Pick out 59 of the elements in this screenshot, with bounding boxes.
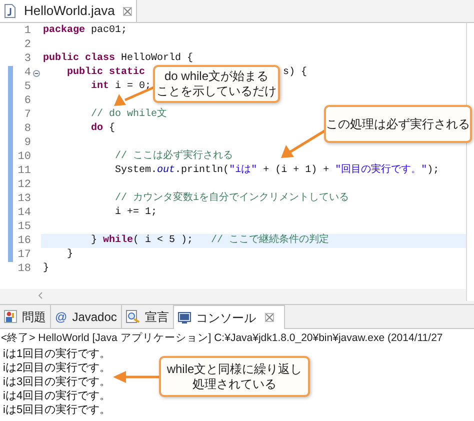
- declaration-icon: [126, 310, 140, 323]
- scroll-left-icon[interactable]: [38, 292, 43, 298]
- code-line: // ここは必ず実行される: [114, 150, 234, 164]
- code-line: i += 1;: [114, 206, 158, 220]
- view-tab[interactable]: 問題: [0, 305, 51, 328]
- callout-text: 処理されている: [192, 376, 276, 392]
- code-line: public static: [66, 66, 146, 80]
- line-number: 9: [24, 136, 31, 149]
- code-line: }: [66, 248, 74, 262]
- arrow: [113, 371, 160, 383]
- arrow: [281, 128, 327, 158]
- line-number: 18: [18, 262, 31, 275]
- console-icon: [178, 312, 191, 324]
- view-tab[interactable]: コンソール: [174, 305, 285, 329]
- line-number: 7: [24, 108, 31, 121]
- line-number: 12: [18, 178, 31, 191]
- console-output-line: iは5回目の実行です。: [3, 403, 111, 417]
- line-number: 4: [24, 66, 31, 79]
- line-number: 2: [24, 38, 31, 51]
- console-header: <終了> HelloWorld [Java アプリケーション] C:¥Java¥jdk1.8.0_20¥bin¥javaw.exe (2014/11/27: [1, 331, 443, 346]
- console-output-line: iは2回目の実行です。: [3, 361, 111, 375]
- problems-icon: [4, 310, 17, 323]
- console-output-line: iは1回目の実行です。: [3, 347, 111, 361]
- line-number: 17: [18, 248, 31, 261]
- line-number: 10: [18, 150, 31, 163]
- code-line: }: [43, 262, 50, 276]
- console-output-line: iは3回目の実行です。: [3, 375, 111, 389]
- at-sign-icon: @: [55, 308, 68, 326]
- callout-text: この処理は必ず実行される: [326, 116, 470, 132]
- close-icon[interactable]: [264, 313, 274, 322]
- close-icon[interactable]: [122, 6, 132, 16]
- code-line: // do while文: [90, 108, 168, 122]
- code-line: package pac01;: [43, 24, 128, 38]
- line-number: 15: [18, 220, 31, 233]
- line-number: 11: [18, 164, 31, 177]
- code-line: System.out.println("iは" + (i + 1) + "回目の実行です。");: [114, 164, 440, 178]
- code-line: int i = 0;: [90, 80, 152, 94]
- line-number: 6: [24, 94, 31, 107]
- callout-text: while文と同様に繰り返し: [166, 362, 302, 376]
- code-line: // カウンタ変数iを自分でインクリメントしている: [114, 192, 350, 206]
- line-number: 1: [24, 24, 31, 37]
- code-line: do {: [90, 122, 116, 136]
- view-tab[interactable]: 宣言: [122, 305, 174, 328]
- callout-text: ことを示しているだけ: [156, 84, 276, 99]
- code-line: s) {: [283, 66, 308, 80]
- line-number: 16: [18, 234, 31, 247]
- editor-tab[interactable]: HelloWorld.java: [0, 0, 137, 22]
- line-number: 13: [18, 192, 31, 205]
- java-file-icon: [4, 4, 16, 18]
- code-line: } while( i < 5 ); // ここで継続条件の判定: [90, 234, 330, 248]
- view-tab[interactable]: @ Javadoc: [51, 305, 122, 328]
- callout-text: do while文が始まる: [164, 69, 269, 84]
- line-number: 5: [24, 80, 31, 93]
- code-line: public class HelloWorld {: [43, 52, 194, 66]
- line-number: 8: [24, 122, 31, 135]
- collapse-icon[interactable]: [33, 70, 40, 76]
- line-number: 3: [24, 52, 31, 65]
- console-output-line: iは4回目の実行です。: [3, 389, 111, 403]
- line-number: 14: [18, 206, 31, 219]
